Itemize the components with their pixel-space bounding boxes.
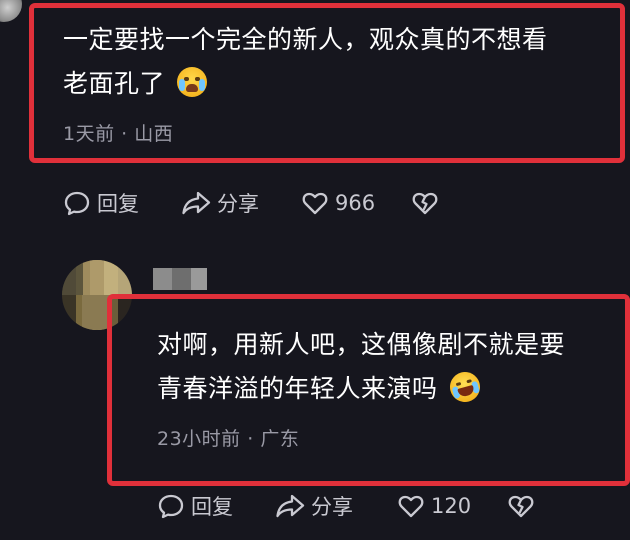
speech-bubble-icon [64,191,90,216]
broken-heart-icon [412,192,438,215]
crying-face-icon [177,67,208,97]
like-count: 966 [335,191,376,215]
reply-text: 对啊，用新人吧，这偶像剧不就是要 青春洋溢的年轻人来演吗 [157,323,627,411]
comment-text-line2: 老面孔了 [63,69,166,98]
like-button[interactable]: 120 [397,492,507,520]
reply-location: 广东 [260,428,300,450]
laughing-face-icon [446,368,484,406]
share-label: 分享 [217,192,259,216]
reply-username-blurred[interactable] [153,268,207,290]
reply-text-line2: 青春洋溢的年轻人来演吗 [157,374,438,403]
reply-time: 23小时前 [157,428,241,450]
reply-button[interactable]: 回复 [157,491,275,521]
reply-label: 回复 [191,495,233,519]
previous-user-avatar[interactable] [0,0,22,22]
heart-outline-icon [302,192,328,215]
share-button[interactable]: 分享 [181,188,301,218]
meta-separator: · [247,428,254,450]
share-arrow-icon [182,191,211,215]
comment-meta: 1天前 · 山西 [63,119,173,146]
reply-button[interactable]: 回复 [63,188,181,218]
comment-text: 一定要找一个完全的新人，观众真的不想看 老面孔了 [63,18,613,106]
dislike-button[interactable] [411,189,439,217]
heart-outline-icon [398,495,424,518]
comment-text-line1: 一定要找一个完全的新人，观众真的不想看 [63,25,548,54]
share-arrow-icon [276,494,305,518]
reply-action-bar: 回复 分享 120 [157,489,535,523]
reply-label: 回复 [97,192,139,216]
broken-heart-icon [508,495,534,518]
meta-separator: · [121,123,128,145]
share-button[interactable]: 分享 [275,491,397,521]
like-count: 120 [431,494,472,518]
comment-location: 山西 [134,123,174,145]
reply-text-line1: 对啊，用新人吧，这偶像剧不就是要 [157,330,566,359]
reply-meta: 23小时前 · 广东 [157,424,299,451]
comment-action-bar: 回复 分享 966 [63,186,439,220]
share-label: 分享 [311,495,353,519]
dislike-button[interactable] [507,492,535,520]
like-button[interactable]: 966 [301,189,411,217]
speech-bubble-icon [158,494,184,519]
comment-time: 1天前 [63,123,115,145]
